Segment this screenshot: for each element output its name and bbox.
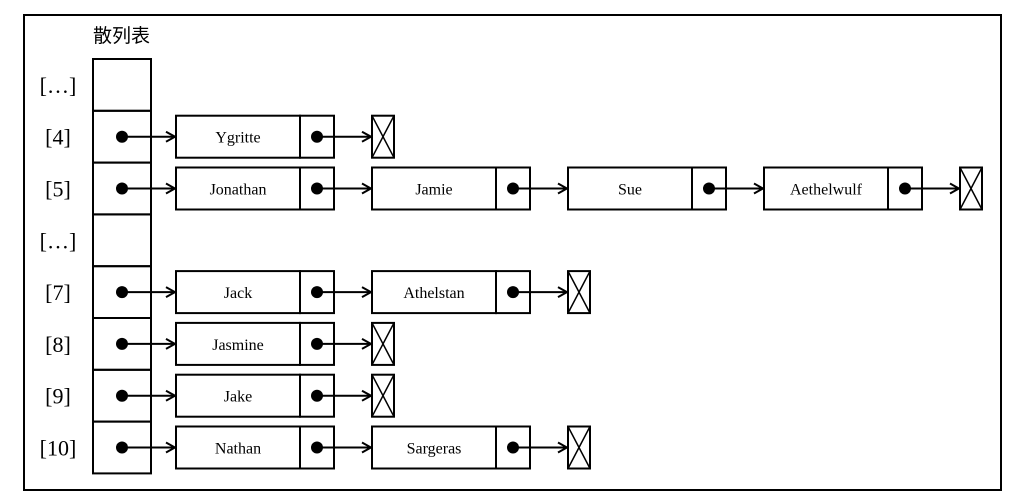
null-cross [567, 270, 591, 314]
bucket-row: […] [40, 58, 152, 112]
bucket-index-label: [9] [45, 384, 71, 409]
bucket-index-label: [10] [40, 436, 77, 461]
list-node: Jake [175, 373, 335, 418]
null-terminator-icon [959, 166, 983, 211]
null-cross [959, 167, 983, 210]
list-node: Ygritte [175, 114, 335, 159]
diagram-title: 散列表 [93, 25, 150, 47]
null-cross [567, 426, 591, 469]
null-cross [371, 115, 395, 159]
list-node: Aethelwulf [763, 166, 923, 211]
list-node: Nathan [175, 425, 335, 470]
node-value-label: Jake [224, 389, 252, 406]
list-node: Jonathan [175, 166, 335, 211]
bucket-row: [9] Jake [45, 368, 395, 423]
null-terminator-icon [371, 114, 395, 159]
bucket-index-label: [4] [45, 125, 71, 150]
bucket-index-label: […] [40, 228, 77, 253]
bucket-row: [8] Jasmine [45, 317, 395, 371]
bucket-index-label: […] [40, 73, 77, 98]
node-value-label: Sue [618, 182, 642, 199]
bucket-row: [7] Jack Athelstan [45, 265, 591, 320]
list-node: Jamie [371, 166, 531, 211]
bucket-row: [4] Ygritte [45, 109, 395, 164]
outer-frame [23, 14, 1002, 491]
null-cross [371, 374, 395, 418]
bucket-row: [10] Nathan Sargeras [40, 420, 591, 475]
node-value-label: Ygritte [215, 130, 260, 147]
null-terminator-icon [371, 321, 395, 366]
node-value-label: Aethelwulf [790, 182, 863, 199]
bucket-row: [5] Jonathan Jamie Sue Aethelwulf [45, 161, 983, 216]
node-value-label: Sargeras [407, 441, 462, 458]
bucket-index-label: [5] [45, 177, 71, 202]
null-terminator-icon [567, 270, 591, 315]
null-cross [371, 322, 395, 366]
list-node: Jack [175, 270, 335, 315]
null-terminator-icon [371, 373, 395, 418]
bucket-row: […] [40, 213, 152, 268]
hash-table-diagram: 散列表 […] [4] Ygritte [5] Jonathan Jamie Sue Aeth… [23, 14, 1002, 491]
bucket-index-label: [7] [45, 280, 71, 305]
node-value-label: Jamie [415, 182, 452, 199]
null-terminator-icon [567, 425, 591, 470]
node-value-label: Jonathan [210, 182, 267, 199]
list-node: Sargeras [371, 425, 531, 470]
list-node: Sue [567, 166, 727, 211]
bucket-cell [92, 213, 152, 268]
list-node: Jasmine [175, 321, 335, 366]
node-value-label: Athelstan [403, 285, 464, 302]
bucket-cell [92, 58, 152, 112]
list-node: Athelstan [371, 270, 531, 315]
bucket-index-label: [8] [45, 332, 71, 357]
node-value-label: Nathan [215, 441, 261, 458]
node-value-label: Jack [224, 285, 252, 302]
node-value-label: Jasmine [212, 337, 264, 354]
